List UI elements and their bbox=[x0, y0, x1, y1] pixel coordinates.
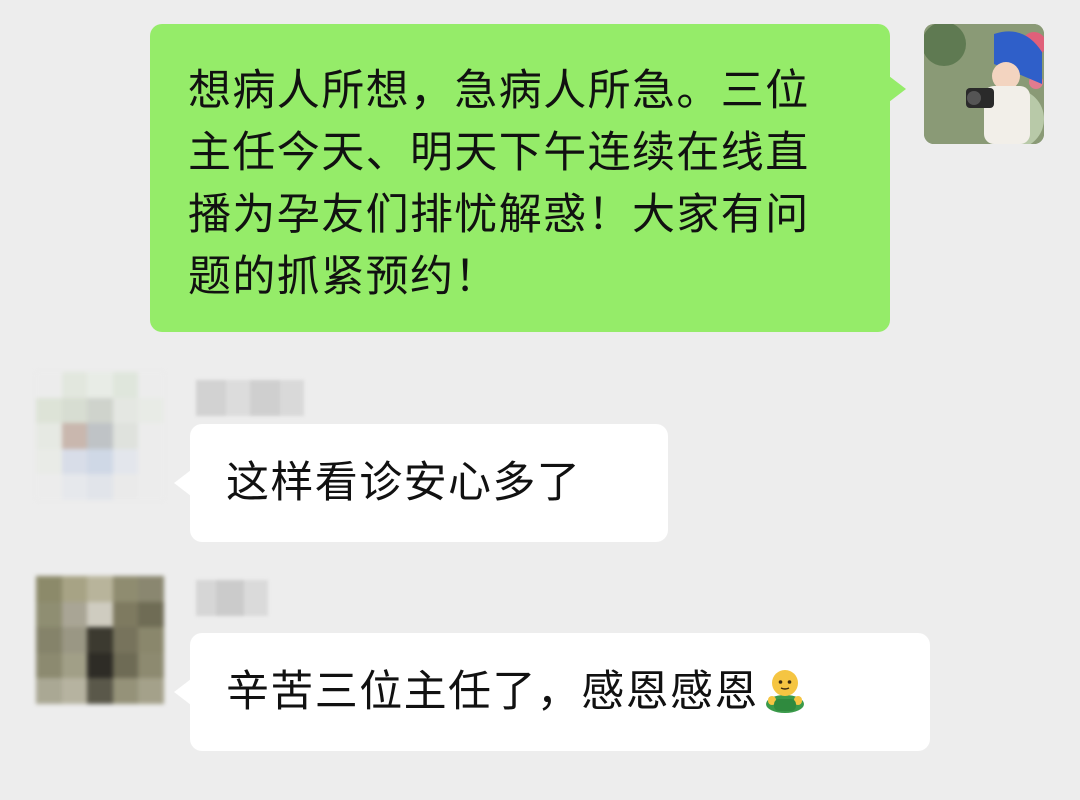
contact-avatar-blurred[interactable] bbox=[36, 576, 164, 704]
self-avatar[interactable] bbox=[924, 24, 1044, 144]
message-bubble-self[interactable]: 想病人所想，急病人所急。三位主任今天、明天下午连续在线直播为孕友们排忧解惑！大家… bbox=[150, 24, 906, 332]
person-raising-hands-emoji-icon bbox=[765, 670, 804, 713]
message-text: 辛苦三位主任了，感恩感恩 bbox=[226, 667, 759, 717]
contact-avatar-blurred[interactable] bbox=[36, 372, 164, 500]
pixelated-avatar-icon bbox=[36, 372, 164, 500]
contact-name-blurred bbox=[196, 580, 268, 616]
pixelated-avatar-icon bbox=[36, 576, 164, 704]
photographer-avatar-icon bbox=[924, 24, 1044, 144]
chat-window: 想病人所想，急病人所急。三位主任今天、明天下午连续在线直播为孕友们排忧解惑！大家… bbox=[0, 0, 1080, 800]
contact-name-blurred bbox=[196, 380, 304, 416]
message-text: 想病人所想，急病人所急。三位主任今天、明天下午连续在线直播为孕友们排忧解惑！大家… bbox=[188, 66, 810, 302]
message-bubble-other[interactable]: 这样看诊安心多了 bbox=[174, 424, 668, 542]
message-bubble-other[interactable]: 辛苦三位主任了，感恩感恩 bbox=[174, 633, 930, 751]
message-text: 这样看诊安心多了 bbox=[226, 458, 582, 508]
